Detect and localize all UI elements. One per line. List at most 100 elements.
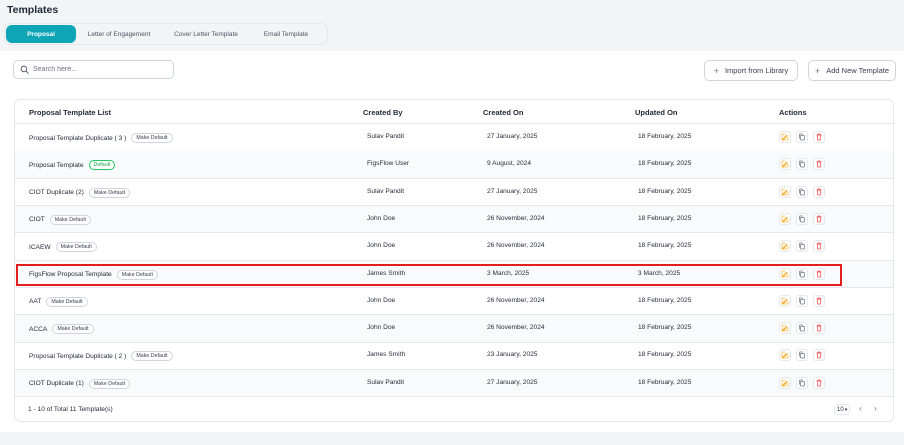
copy-icon[interactable] — [796, 185, 808, 198]
template-name-cell: Proposal Template Default — [29, 160, 116, 171]
edit-icon[interactable] — [779, 376, 791, 389]
created-by: Sulav Pandit — [367, 133, 405, 140]
search-input[interactable] — [33, 66, 168, 73]
table-row: Proposal Template Duplicate ( 3 ) Make D… — [15, 124, 893, 152]
table-row: Proposal Template Default FigsFlow User … — [15, 151, 893, 179]
copy-icon[interactable] — [796, 294, 808, 307]
created-by: James Smith — [367, 351, 406, 359]
template-name: ICAEW — [29, 243, 51, 251]
updated-on: 18 February, 2025 — [638, 378, 692, 386]
edit-icon[interactable] — [779, 349, 791, 362]
delete-icon[interactable] — [813, 294, 825, 307]
table-row: Proposal Template Duplicate ( 2 ) Make D… — [15, 342, 893, 370]
copy-icon[interactable] — [796, 158, 808, 171]
template-name: CIOT Duplicate (2) — [29, 189, 84, 197]
delete-icon[interactable] — [813, 158, 825, 171]
column-created-on: Created On — [483, 108, 524, 117]
template-name: AAT — [29, 298, 42, 306]
created-on: 26 November, 2024 — [487, 214, 545, 222]
updated-on: 18 February, 2025 — [638, 351, 692, 359]
created-on: 9 August, 2024 — [487, 160, 531, 168]
previous-page-icon[interactable]: ‹ — [855, 403, 866, 414]
updated-on: 18 February, 2025 — [638, 187, 692, 195]
templates-table: Proposal Template List Created By Create… — [14, 99, 894, 422]
search-box[interactable] — [13, 60, 174, 79]
import-from-library-button[interactable]: + Import from Library — [704, 60, 798, 81]
tab-letter-of-engagement[interactable]: Letter of Engagement — [76, 25, 162, 43]
copy-icon[interactable] — [796, 240, 808, 253]
updated-on: 18 February, 2025 — [638, 324, 692, 332]
edit-icon[interactable] — [779, 131, 791, 143]
table-row: CIOT Duplicate (2) Make Default Sulav Pa… — [15, 179, 893, 207]
template-tabs: Proposal Letter of Engagement Cover Lett… — [4, 23, 328, 45]
column-template-list: Proposal Template List — [29, 108, 111, 117]
tab-email-template[interactable]: Email Template — [250, 25, 322, 43]
copy-icon[interactable] — [796, 349, 808, 362]
delete-icon[interactable] — [813, 349, 825, 362]
template-name-cell: ACCA Make Default — [29, 324, 94, 335]
row-actions — [779, 185, 830, 198]
chevron-down-icon: ▾ — [844, 406, 848, 413]
row-actions — [779, 131, 830, 143]
created-by: John Doe — [367, 324, 396, 332]
copy-icon[interactable] — [796, 131, 808, 143]
created-by: John Doe — [367, 242, 396, 250]
make-default-button[interactable]: Make Default — [131, 133, 173, 143]
template-name-cell: AAT Make Default — [29, 296, 88, 307]
row-actions — [779, 212, 830, 225]
table-row: CIOT Make Default John Doe 26 November, … — [15, 205, 893, 234]
column-created-by: Created By — [363, 108, 403, 117]
copy-icon[interactable] — [796, 212, 808, 225]
tab-proposal[interactable]: Proposal — [6, 25, 76, 43]
created-by: John Doe — [367, 296, 396, 304]
delete-icon[interactable] — [813, 212, 825, 225]
edit-icon[interactable] — [779, 212, 791, 225]
edit-icon[interactable] — [779, 240, 791, 253]
updated-on: 18 February, 2025 — [638, 133, 692, 140]
edit-icon[interactable] — [779, 294, 791, 307]
template-name: Proposal Template — [29, 161, 84, 169]
delete-icon[interactable] — [813, 131, 825, 143]
row-actions — [779, 240, 830, 253]
table-header: Proposal Template List Created By Create… — [15, 100, 893, 124]
template-name-cell: Proposal Template Duplicate ( 3 ) Make D… — [29, 133, 173, 143]
next-page-icon[interactable]: › — [870, 403, 881, 414]
make-default-button[interactable]: Make Default — [88, 187, 131, 198]
created-on: 27 January, 2025 — [487, 187, 538, 195]
import-label: Import from Library — [724, 66, 789, 75]
delete-icon[interactable] — [813, 240, 825, 253]
edit-icon[interactable] — [779, 158, 791, 171]
make-default-button[interactable]: Make Default — [52, 324, 94, 335]
column-updated-on: Updated On — [635, 108, 678, 117]
delete-icon[interactable] — [813, 322, 825, 335]
edit-icon[interactable] — [779, 185, 791, 198]
updated-on: 18 February, 2025 — [638, 214, 692, 222]
plus-icon: + — [814, 65, 821, 76]
page-size-select[interactable]: 10 ▾ — [834, 404, 851, 415]
column-actions: Actions — [779, 108, 807, 117]
default-badge: Default — [88, 160, 116, 171]
row-actions — [779, 376, 830, 389]
make-default-button[interactable]: Make Default — [55, 242, 97, 253]
edit-icon[interactable] — [779, 322, 791, 335]
created-by: John Doe — [367, 214, 396, 222]
tab-cover-letter-template[interactable]: Cover Letter Template — [162, 25, 250, 43]
copy-icon[interactable] — [796, 322, 808, 335]
updated-on: 18 February, 2025 — [638, 296, 692, 304]
created-on: 26 November, 2024 — [487, 242, 545, 250]
make-default-button[interactable]: Make Default — [49, 214, 91, 225]
plus-icon: + — [713, 65, 719, 76]
make-default-button[interactable]: Make Default — [131, 351, 173, 362]
table-row: CIOT Duplicate (1) Make Default Sulav Pa… — [15, 369, 893, 398]
copy-icon[interactable] — [796, 376, 808, 389]
created-on: 23 January, 2025 — [487, 351, 538, 359]
updated-on: 18 February, 2025 — [638, 242, 692, 250]
delete-icon[interactable] — [813, 376, 825, 389]
page-title: Templates — [7, 4, 59, 16]
table-row: AAT Make Default John Doe 26 November, 2… — [15, 288, 893, 316]
delete-icon[interactable] — [813, 185, 825, 198]
make-default-button[interactable]: Make Default — [46, 296, 88, 307]
created-on: 27 January, 2025 — [487, 133, 538, 140]
make-default-button[interactable]: Make Default — [88, 378, 131, 389]
add-new-template-button[interactable]: + Add New Template — [808, 60, 896, 81]
